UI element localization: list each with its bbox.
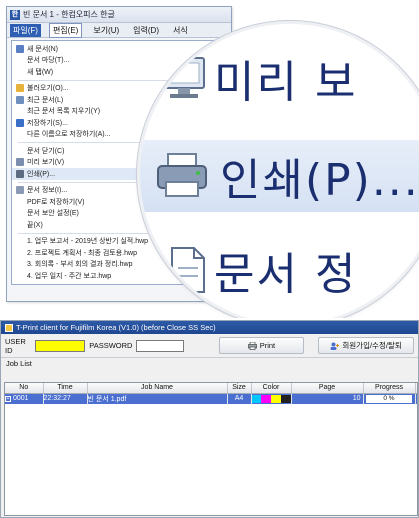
tprint-window-title: T-Print client for Fujifilm Korea (V1.0)… xyxy=(16,323,216,332)
hwp-app-icon: 한 xyxy=(10,9,20,20)
userid-label: USER ID xyxy=(5,336,26,355)
cell-d xyxy=(415,393,417,404)
new-doc-icon xyxy=(16,44,24,53)
print-icon xyxy=(247,341,257,350)
user-icon xyxy=(330,342,340,350)
password-input[interactable] xyxy=(136,339,184,352)
menu-tab-edit[interactable]: 편집(E) xyxy=(48,22,83,38)
blank-icon xyxy=(16,56,24,64)
print-button[interactable]: Print xyxy=(218,337,305,354)
color-swatches xyxy=(251,394,290,403)
member-button[interactable]: 회원가입/수정/탈퇴 xyxy=(318,337,415,354)
magnified-preview-label: 미리 보 xyxy=(214,57,358,108)
col-header-page[interactable]: Page xyxy=(291,383,364,394)
blank-icon xyxy=(16,107,24,115)
col-header-color[interactable]: Color xyxy=(251,383,292,394)
magnifier-lens: 미리 보 인쇄(P)... 문서 정 xyxy=(140,24,419,318)
cell-page: 10 xyxy=(291,393,364,404)
cell-time: 22:32:27 xyxy=(43,393,88,404)
swatch-magenta xyxy=(261,394,271,403)
blank-icon xyxy=(16,272,24,280)
printer-icon xyxy=(16,169,24,178)
col-header-time[interactable]: Time xyxy=(43,383,88,394)
job-list-grid[interactable]: No Time Job Name Size Color Page Progres… xyxy=(4,382,418,516)
blank-icon xyxy=(16,221,24,229)
hwp-menubar: 파일(F) 편집(E) 보기(U) 입력(D) 서식 xyxy=(7,22,231,38)
magnified-docinfo-row: 문서 정 xyxy=(158,238,357,302)
blank-icon xyxy=(16,130,24,138)
magnified-print-row: 인쇄(P)... xyxy=(140,140,419,212)
cell-no: +0001 xyxy=(5,393,44,404)
tprint-app-icon xyxy=(5,323,13,332)
menu-tab-view[interactable]: 보기(U) xyxy=(90,24,122,37)
hwp-menu-illustration: 한 빈 문서 1 - 한컴오피스 한글 파일(F) 편집(E) 보기(U) 입력… xyxy=(0,0,419,318)
save-icon xyxy=(16,118,24,127)
blank-icon xyxy=(16,198,24,206)
userid-input[interactable] xyxy=(35,339,86,352)
recent-docs-icon xyxy=(16,95,24,104)
menu-tab-insert[interactable]: 입력(D) xyxy=(130,24,162,37)
hwp-titlebar: 한 빈 문서 1 - 한컴오피스 한글 xyxy=(7,7,231,23)
col-header-job-name[interactable]: Job Name xyxy=(87,383,228,394)
progress-value: 0 % xyxy=(366,394,412,403)
magnified-print-label: 인쇄(P)... xyxy=(220,155,419,206)
cell-job-name: 빈 문서 1.pdf xyxy=(87,393,228,404)
blank-icon xyxy=(16,260,24,268)
swatch-black xyxy=(280,394,290,403)
job-list-label: Job List xyxy=(6,359,32,368)
blank-icon xyxy=(16,147,24,155)
blank-icon xyxy=(16,237,24,245)
document-icon xyxy=(171,247,205,293)
col-header-size[interactable]: Size xyxy=(227,383,252,394)
open-folder-icon xyxy=(16,84,24,93)
tprint-client-window: T-Print client for Fujifilm Korea (V1.0)… xyxy=(0,320,419,518)
expand-icon[interactable]: + xyxy=(5,396,11,402)
printer-icon xyxy=(157,153,207,197)
tprint-titlebar: T-Print client for Fujifilm Korea (V1.0)… xyxy=(1,321,418,334)
table-row[interactable]: +0001 22:32:27 빈 문서 1.pdf A4 10 0 % xyxy=(5,393,417,404)
hwp-window-title: 빈 문서 1 - 한컴오피스 한글 xyxy=(23,10,115,19)
col-header-no[interactable]: No xyxy=(5,383,44,394)
job-table: No Time Job Name Size Color Page Progres… xyxy=(5,383,417,404)
doc-info-icon xyxy=(16,186,24,195)
cell-progress: 0 % xyxy=(363,393,416,404)
cell-no-text: 0001 xyxy=(13,395,29,402)
cell-size: A4 xyxy=(227,393,252,404)
preview-icon xyxy=(16,158,24,167)
cell-color xyxy=(251,393,292,404)
monitor-icon xyxy=(163,57,205,98)
member-button-label: 회원가입/수정/탈퇴 xyxy=(342,341,402,350)
magnified-preview-row: 미리 보 xyxy=(158,46,357,110)
blank-icon xyxy=(16,68,24,76)
swatch-yellow xyxy=(271,394,281,403)
menu-tab-file[interactable]: 파일(F) xyxy=(10,23,41,37)
menu-tab-format[interactable]: 서식 xyxy=(170,24,191,37)
blank-icon xyxy=(16,209,24,217)
magnified-docinfo-label: 문서 정 xyxy=(214,249,358,300)
password-label: PASSWORD xyxy=(89,341,133,350)
print-button-label: Print xyxy=(259,341,276,350)
blank-icon xyxy=(16,249,24,257)
col-header-d[interactable]: D xyxy=(415,383,417,394)
col-header-progress[interactable]: Progress xyxy=(363,383,416,394)
job-table-header: No Time Job Name Size Color Page Progres… xyxy=(5,383,417,394)
swatch-cyan xyxy=(251,394,262,403)
login-bar: USER ID PASSWORD Print 회원가입/수정/탈퇴 xyxy=(1,334,418,358)
